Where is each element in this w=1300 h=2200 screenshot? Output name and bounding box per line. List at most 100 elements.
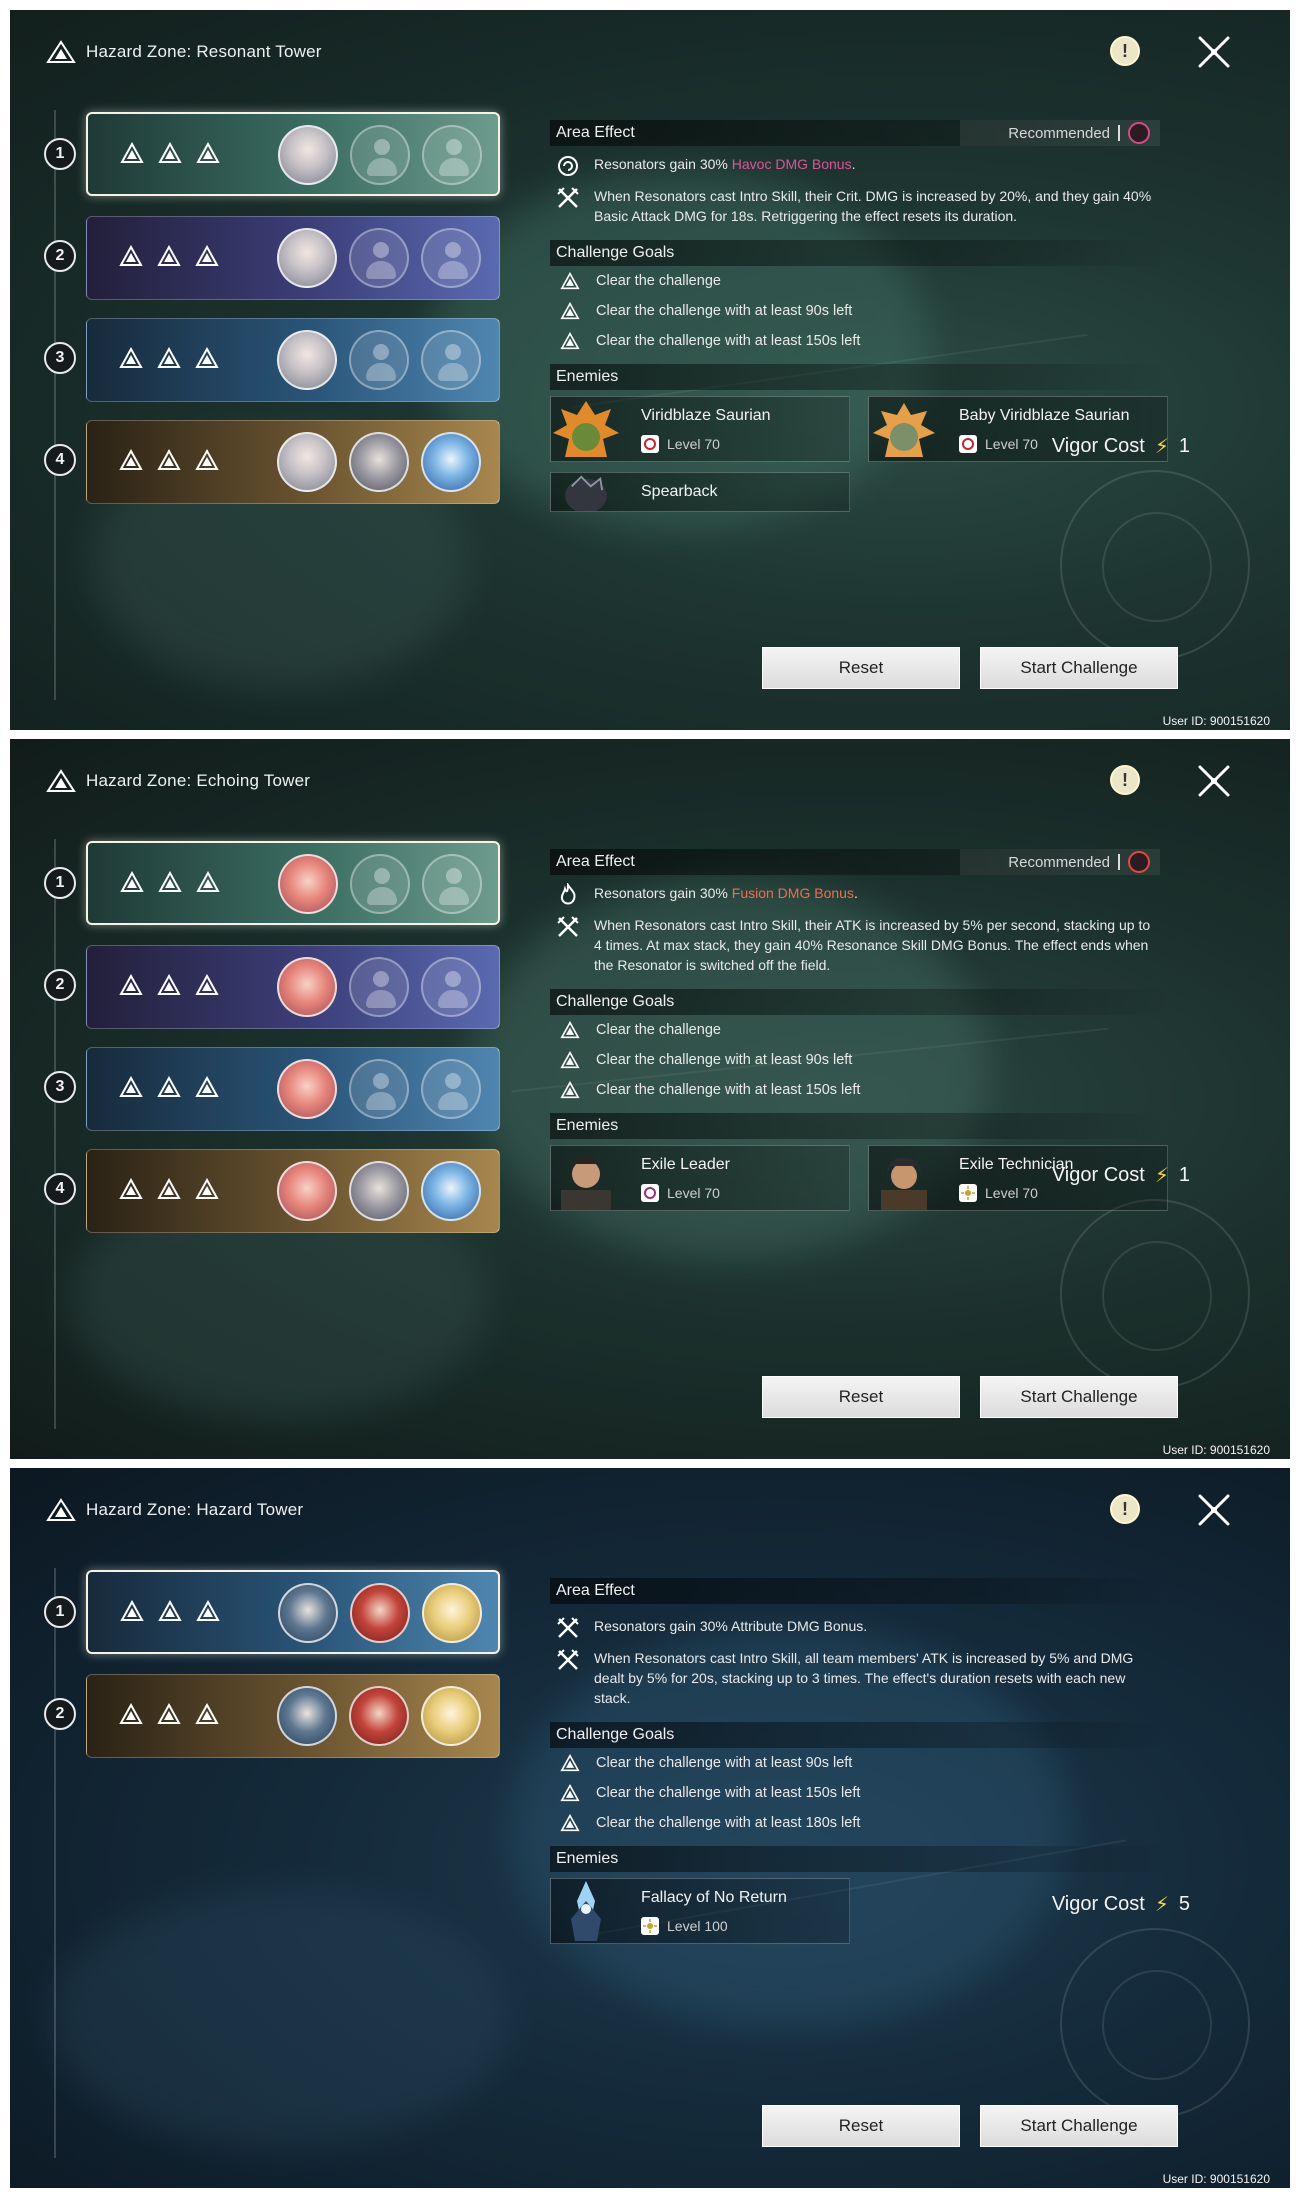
stage-card-1[interactable] (86, 841, 500, 925)
vigor-cost: Vigor Cost ⚡ 1 (1052, 1163, 1190, 1188)
trial-triangle-icon (195, 1178, 219, 1199)
recommended-badge: Recommended (960, 120, 1160, 146)
info-icon[interactable]: ! (1110, 1494, 1140, 1524)
area-effect-header: Area Effect (550, 1578, 1170, 1604)
info-icon[interactable]: ! (1110, 765, 1140, 795)
stage-card-2[interactable] (86, 1674, 500, 1758)
enemy-level: Level 70 (667, 1185, 720, 1201)
empty-slot-icon (350, 125, 410, 185)
trial-triangle-icon (195, 347, 219, 368)
user-id: User ID: 900151620 (1162, 714, 1270, 728)
goal-text: Clear the challenge with at least 90s le… (596, 1052, 853, 1068)
enemy-card[interactable]: Viridblaze Saurian Level 70 (550, 396, 850, 462)
stage-rail (54, 839, 56, 1429)
trial-triangle-icon (195, 974, 219, 995)
trial-triangle-icon (119, 449, 143, 470)
enemy-card[interactable]: Exile Leader Level 70 (550, 1145, 850, 1211)
empty-slot-icon (422, 125, 482, 185)
team-avatar (277, 228, 337, 288)
reset-button[interactable]: Reset (762, 1376, 960, 1418)
recommended-label: Recommended (1008, 853, 1110, 871)
trial-triangle-icon (560, 1784, 580, 1802)
team-avatar (278, 854, 338, 914)
start-challenge-button[interactable]: Start Challenge (980, 2105, 1178, 2147)
stage-number: 2 (44, 1698, 76, 1730)
trial-triangle-icon (560, 1051, 580, 1069)
area-effect-line: When Resonators cast Intro Skill, their … (556, 915, 1170, 975)
enemy-portrait (565, 475, 607, 511)
area-effect-line: Resonators gain 30% Attribute DMG Bonus. (556, 1616, 1170, 1640)
goal-row: Clear the challenge with at least 90s le… (560, 296, 1170, 326)
goal-row: Clear the challenge (560, 1015, 1170, 1045)
close-icon[interactable] (1196, 763, 1232, 799)
trial-triangle-icon (196, 1600, 220, 1621)
stage-number: 3 (44, 342, 76, 374)
stage-number: 4 (44, 1173, 76, 1205)
stage-number: 1 (44, 867, 76, 899)
enemy-level: Level 100 (667, 1918, 728, 1934)
havoc-icon (1128, 122, 1150, 144)
enemy-name: Viridblaze Saurian (641, 407, 771, 424)
area-effect-line: Resonators gain 30% Fusion DMG Bonus. (556, 883, 1170, 907)
goal-text: Clear the challenge with at least 150s l… (596, 1785, 861, 1801)
challenge-goals-header: Challenge Goals (550, 1722, 1170, 1748)
area-effect-header: Area Effect Recommended (550, 120, 1170, 146)
stage-card-1[interactable] (86, 1570, 500, 1654)
trial-triangle-icon (560, 1754, 580, 1772)
start-challenge-button[interactable]: Start Challenge (980, 647, 1178, 689)
area-effect-line: When Resonators cast Intro Skill, their … (556, 186, 1170, 226)
enemies-label: Enemies (556, 1850, 619, 1867)
enemy-portrait (571, 1881, 601, 1941)
stage-card-4[interactable] (86, 1149, 500, 1233)
trial-triangle-icon (195, 1076, 219, 1097)
enemies-header: Enemies (550, 364, 1170, 390)
area-effect-line: When Resonators cast Intro Skill, all te… (556, 1648, 1170, 1708)
panel-header: Hazard Zone: Echoing Tower (46, 769, 310, 793)
empty-slot-icon (349, 330, 409, 390)
team-avatar (278, 1583, 338, 1643)
enemy-portrait (873, 403, 935, 457)
info-icon[interactable]: ! (1110, 36, 1140, 66)
fusion-icon (1128, 851, 1150, 873)
close-icon[interactable] (1196, 1492, 1232, 1528)
goal-text: Clear the challenge (596, 1022, 721, 1038)
vigor-value: 1 (1178, 435, 1190, 457)
area-effect-line: Resonators gain 30% Havoc DMG Bonus. (556, 154, 1170, 178)
enemy-name: Exile Leader (641, 1156, 730, 1173)
trial-triangle-icon (119, 1178, 143, 1199)
team-avatar (421, 1161, 481, 1221)
enemy-card[interactable]: Fallacy of No Return Level 100 (550, 1878, 850, 1944)
enemy-card[interactable]: Spearback (550, 472, 850, 512)
panel-header: Hazard Zone: Hazard Tower (46, 1498, 303, 1522)
trial-triangle-icon (157, 449, 181, 470)
havoc-icon (641, 1184, 659, 1202)
enemy-name: Fallacy of No Return (641, 1889, 787, 1906)
close-icon[interactable] (1196, 34, 1232, 70)
crossed-swords-icon (557, 916, 579, 937)
empty-slot-icon (350, 854, 410, 914)
effect-text: When Resonators cast Intro Skill, all te… (594, 1650, 1134, 1706)
stage-card-2[interactable] (86, 216, 500, 300)
effect-text: When Resonators cast Intro Skill, their … (594, 917, 1151, 973)
spectro-icon (641, 1917, 659, 1935)
trial-triangle-icon (560, 1814, 580, 1832)
start-challenge-button[interactable]: Start Challenge (980, 1376, 1178, 1418)
reset-button[interactable]: Reset (762, 2105, 960, 2147)
trial-triangle-icon (158, 871, 182, 892)
empty-slot-icon (421, 330, 481, 390)
stage-card-2[interactable] (86, 945, 500, 1029)
stage-card-3[interactable] (86, 318, 500, 402)
crossed-swords-icon (557, 1649, 579, 1670)
stage-card-1[interactable] (86, 112, 500, 196)
havoc-icon (641, 435, 659, 453)
trial-triangle-icon (119, 347, 143, 368)
goal-row: Clear the challenge with at least 180s l… (560, 1808, 1170, 1838)
stage-card-3[interactable] (86, 1047, 500, 1131)
stage-card-4[interactable] (86, 420, 500, 504)
havoc-icon (558, 156, 578, 176)
panel-header: Hazard Zone: Resonant Tower (46, 40, 322, 64)
trial-triangle-icon (119, 974, 143, 995)
empty-slot-icon (421, 1059, 481, 1119)
reset-button[interactable]: Reset (762, 647, 960, 689)
effect-text-end: . (853, 885, 858, 901)
